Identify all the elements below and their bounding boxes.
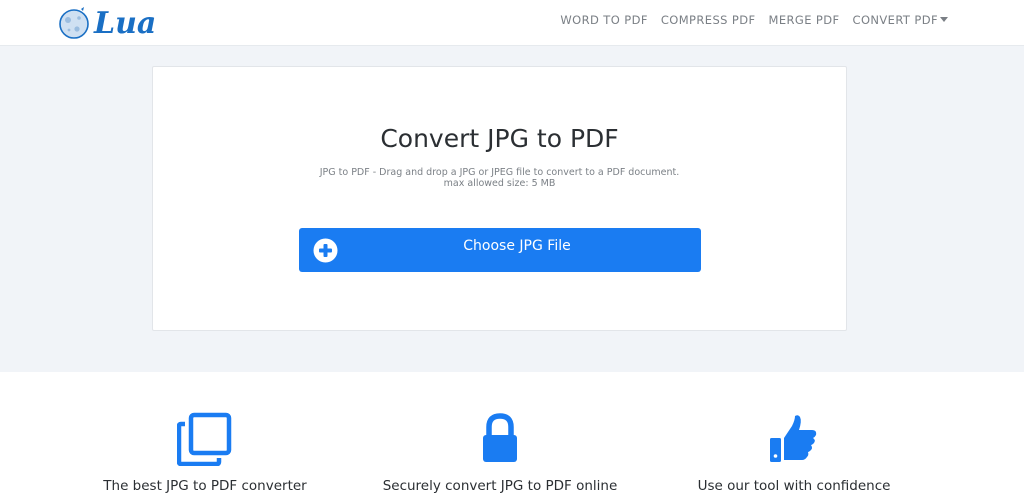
nav-merge-pdf[interactable]: MERGE PDF [769,13,840,27]
size-limit-text: max allowed size: 5 MB [443,178,556,189]
copy-icon [177,412,232,466]
main-nav: WORD TO PDF COMPRESS PDF MERGE PDF CONVE… [560,0,1024,40]
converter-card: Convert JPG to PDF JPG to PDF - Drag and… [152,66,847,331]
thumbs-up-icon [770,415,817,462]
nav-word-to-pdf[interactable]: WORD TO PDF [560,13,647,27]
description-text: JPG to PDF - Drag and drop a JPG or JPEG… [319,167,680,178]
navbar: Lua WORD TO PDF COMPRESS PDF MERGE PDF C… [0,0,1024,46]
converter-description: JPG to PDF - Drag and drop a JPG or JPEG… [153,167,846,189]
page-title: Convert JPG to PDF [380,124,619,153]
brand-name: Lua [94,5,157,41]
nav-convert-pdf-dropdown[interactable]: CONVERT PDF [853,13,948,27]
nav-compress-pdf[interactable]: COMPRESS PDF [661,13,756,27]
choose-file-button[interactable]: Choose JPG File [299,228,701,272]
choose-file-label: Choose JPG File [463,238,571,254]
brand-logo-link[interactable]: Lua [58,4,156,42]
caret-down-icon [940,16,948,22]
nav-convert-pdf-label: CONVERT PDF [852,13,938,27]
feature-title: Use our tool with confidence [697,478,891,494]
hero-section: Convert JPG to PDF JPG to PDF - Drag and… [0,46,1024,372]
moon-icon [59,7,89,39]
feature-title: Securely convert JPG to PDF online [382,478,618,494]
lock-icon [483,413,517,462]
features-section: The best JPG to PDF converter Securely c… [0,372,1024,498]
feature-title: The best JPG to PDF converter [103,478,307,494]
